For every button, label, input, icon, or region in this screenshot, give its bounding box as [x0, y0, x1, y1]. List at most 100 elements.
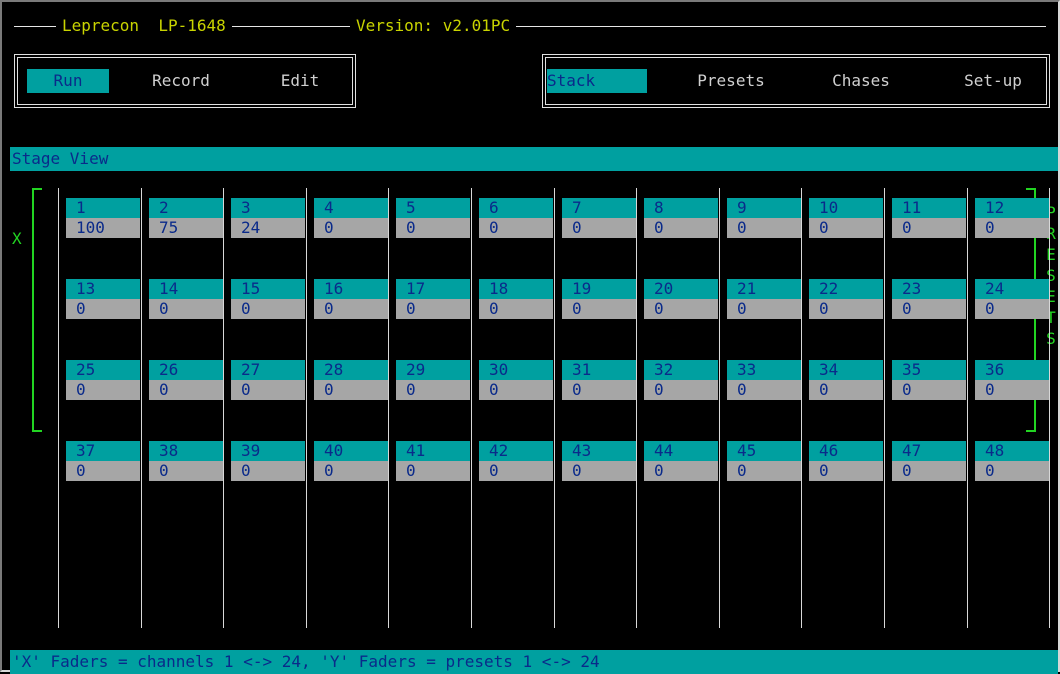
channel-cell[interactable]: 40: [314, 198, 388, 238]
channel-number: 10: [809, 198, 883, 218]
channel-number: 9: [727, 198, 801, 218]
fader-separator: [58, 188, 59, 628]
channel-cell[interactable]: 60: [479, 198, 553, 238]
channel-cell[interactable]: 18 0: [479, 279, 553, 319]
menu-edit[interactable]: Edit: [269, 69, 331, 93]
menu-run[interactable]: Run: [27, 69, 109, 93]
channel-cell[interactable]: 30 0: [479, 360, 553, 400]
channel-cell[interactable]: 43 0: [562, 441, 636, 481]
channel-level: 0: [809, 380, 883, 400]
channel-cell[interactable]: 2 75: [149, 198, 223, 238]
channel-number: 35: [892, 360, 966, 380]
channel-cell[interactable]: 37 0: [66, 441, 140, 481]
channel-level: 0: [231, 461, 305, 481]
channel-level: 0: [396, 380, 470, 400]
menu-chases[interactable]: Chases: [811, 69, 911, 93]
channel-level: 0: [479, 218, 553, 238]
menu-presets[interactable]: Presets: [681, 69, 781, 93]
mode-menu: Run Record Edit: [14, 54, 356, 108]
channel-cell[interactable]: 10 0: [809, 198, 883, 238]
channel-cell[interactable]: 47 0: [892, 441, 966, 481]
channel-number: 34: [809, 360, 883, 380]
channel-level: 0: [149, 299, 223, 319]
channel-number: 47: [892, 441, 966, 461]
channel-cell[interactable]: 19 0: [562, 279, 636, 319]
fader-separator: [554, 188, 555, 628]
channel-cell[interactable]: 21 0: [727, 279, 801, 319]
channel-cell[interactable]: 32 0: [644, 360, 718, 400]
channel-number: 5: [396, 198, 470, 218]
channel-cell[interactable]: 22 0: [809, 279, 883, 319]
channel-cell[interactable]: 17 0: [396, 279, 470, 319]
fader-separator: [719, 188, 720, 628]
channel-cell[interactable]: 14 0: [149, 279, 223, 319]
channel-cell[interactable]: 25 0: [66, 360, 140, 400]
channel-cell[interactable]: 11 0: [892, 198, 966, 238]
channel-cell[interactable]: 38 0: [149, 441, 223, 481]
channel-number: 8: [644, 198, 718, 218]
channel-cell[interactable]: 41 0: [396, 441, 470, 481]
channel-cell[interactable]: 26 0: [149, 360, 223, 400]
channel-number: 2: [149, 198, 223, 218]
menu-record[interactable]: Record: [135, 69, 227, 93]
channel-cell[interactable]: 29 0: [396, 360, 470, 400]
channel-cell[interactable]: 3 24: [231, 198, 305, 238]
channel-cell[interactable]: 80: [644, 198, 718, 238]
channel-cell[interactable]: 23 0: [892, 279, 966, 319]
channel-cell[interactable]: 15 0: [231, 279, 305, 319]
channel-level: 0: [809, 299, 883, 319]
channel-cell[interactable]: 40 0: [314, 441, 388, 481]
channel-cell[interactable]: 13 0: [66, 279, 140, 319]
channel-number: 44: [644, 441, 718, 461]
channel-cell[interactable]: 39 0: [231, 441, 305, 481]
channel-cell[interactable]: 20 0: [644, 279, 718, 319]
channel-number: 13: [66, 279, 140, 299]
channel-cell[interactable]: 44 0: [644, 441, 718, 481]
channel-level: 0: [892, 299, 966, 319]
channel-level: 0: [975, 299, 1049, 319]
channel-cell[interactable]: 27 0: [231, 360, 305, 400]
menu-setup[interactable]: Set-up: [943, 69, 1043, 93]
channel-level: 0: [314, 218, 388, 238]
channel-cell[interactable]: 90: [727, 198, 801, 238]
channel-number: 25: [66, 360, 140, 380]
fader-separator: [884, 188, 885, 628]
channel-number: 11: [892, 198, 966, 218]
channel-level: 0: [727, 218, 801, 238]
channel-number: 22: [809, 279, 883, 299]
channel-cell[interactable]: 24 0: [975, 279, 1049, 319]
channel-number: 17: [396, 279, 470, 299]
channel-number: 20: [644, 279, 718, 299]
fader-separator: [801, 188, 802, 628]
channel-cell[interactable]: 16 0: [314, 279, 388, 319]
channel-cell[interactable]: 36 0: [975, 360, 1049, 400]
channel-number: 15: [231, 279, 305, 299]
channel-cell[interactable]: 35 0: [892, 360, 966, 400]
channel-cell[interactable]: 48 0: [975, 441, 1049, 481]
channel-level: 0: [479, 380, 553, 400]
channel-cell[interactable]: 31 0: [562, 360, 636, 400]
channel-number: 38: [149, 441, 223, 461]
presets-letter: E: [1046, 245, 1056, 264]
channel-cell[interactable]: 45 0: [727, 441, 801, 481]
channel-cell[interactable]: 70: [562, 198, 636, 238]
channel-cell[interactable]: 12 0: [975, 198, 1049, 238]
channel-cell[interactable]: 33 0: [727, 360, 801, 400]
channel-cell[interactable]: 50: [396, 198, 470, 238]
channel-level: 0: [644, 299, 718, 319]
channel-cell[interactable]: 1 100: [66, 198, 140, 238]
x-faders-label: X: [12, 229, 22, 248]
channel-level: 0: [396, 299, 470, 319]
channel-number: 37: [66, 441, 140, 461]
channel-cell[interactable]: 46 0: [809, 441, 883, 481]
channel-number: 41: [396, 441, 470, 461]
menu-stack[interactable]: Stack: [547, 69, 647, 93]
channel-cell[interactable]: 28 0: [314, 360, 388, 400]
channel-number: 28: [314, 360, 388, 380]
channel-cell[interactable]: 42 0: [479, 441, 553, 481]
fader-separator: [636, 188, 637, 628]
channel-cell[interactable]: 34 0: [809, 360, 883, 400]
channel-level: 0: [892, 380, 966, 400]
channel-number: 39: [231, 441, 305, 461]
channel-level: 0: [644, 218, 718, 238]
